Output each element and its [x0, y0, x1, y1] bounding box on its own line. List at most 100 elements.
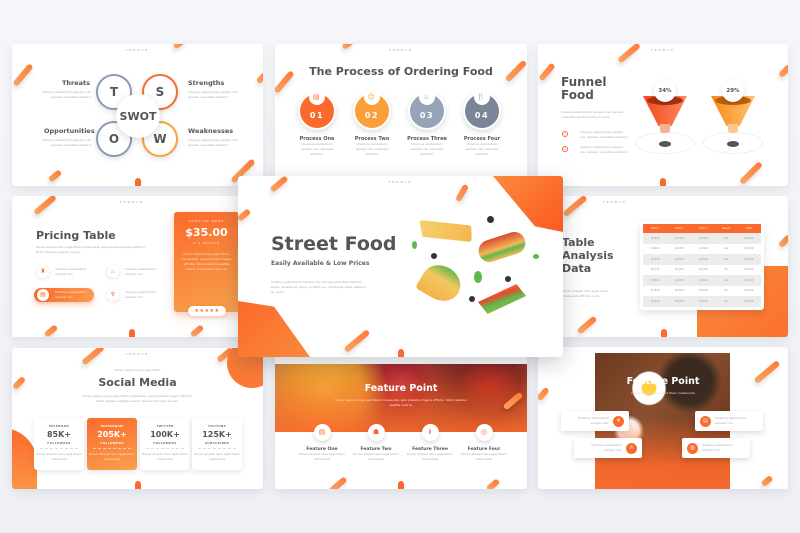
funnel-percent: 29% [722, 80, 744, 102]
pricing-feature[interactable]: ♆ Vivamus elementum semper nisi. [107, 288, 167, 302]
table-cell: $1,050 [674, 268, 684, 272]
pricing-card-desc: Donec aliquet risus eget libero malesuad… [181, 252, 232, 271]
burger-icon: ☗ [367, 424, 385, 441]
pricing-feature[interactable]: ♜ Vivamus elementum semper nisi. [37, 265, 97, 279]
swot-opportunities-heading: Opportunities [44, 127, 95, 135]
hotdog-illustration [475, 229, 529, 265]
table-cell: $1,650 [691, 233, 716, 244]
table-header[interactable]: Result [715, 224, 737, 233]
data-table[interactable]: Data 1 Data 2 Data 3 Result Total $3,850… [640, 221, 764, 310]
table-row[interactable]: $1,649 $4,050 $1,649 Yes $3,590 [643, 254, 761, 265]
process-step[interactable]: 🍴 04 Process Four Vivamus elementum sempe… [462, 91, 502, 157]
table-row[interactable]: $1,649 $4,050 $1,649 No $3,590 [643, 296, 761, 307]
pricing-feature[interactable]: ♨ Vivamus elementum semper nisi. [107, 265, 167, 279]
slide-social[interactable]: FEODLE Donec aliquet risus eget libero S… [12, 348, 263, 489]
feature-card-text: Vivamus elementum semper nisi. [702, 443, 733, 452]
cutlery-icon: ⅱ [421, 424, 439, 441]
social-card-twitter[interactable]: TWITTER 100K+ FOLLOWERS Donec aliquet ri… [140, 418, 190, 470]
feature-item[interactable]: ☗ Feature Two Donec aliquet risus eget lib… [351, 424, 401, 462]
page-marker [660, 329, 667, 337]
decor-pill [328, 476, 348, 489]
social-card-text: Donec aliquet risus eget libero malesuad… [36, 452, 82, 461]
receipt-icon: ▤ [37, 289, 49, 301]
slide-features-2[interactable]: Feature Point Donec aliquet risus eget l… [538, 347, 788, 489]
feature-text: Donec aliquet risus eget libero malesuad… [461, 452, 507, 461]
pricing-feature-text: Vivamus elementum semper nisi. [125, 290, 156, 299]
funnel-item: Vivamus elementum semper nisi. Aenean vu… [580, 130, 628, 139]
cutlery-icon: 🍴 [474, 91, 490, 105]
decor-pill [777, 233, 788, 249]
table-row[interactable]: $3,850 $2,049 $1,650 Yes $3,590 [643, 233, 761, 244]
feature-card[interactable]: ▥ Vivamus elementum semper nisi. [682, 438, 750, 458]
table-row[interactable]: $1,649 $4,050 $1,649 No $3,590 [643, 286, 761, 297]
table-cell: $4,050 [699, 268, 708, 272]
table-header[interactable]: Total [736, 224, 761, 233]
olive-icon [505, 276, 511, 282]
pricing-desc: Donec aliquet risus eget libero malesuad… [36, 245, 146, 254]
page-marker [134, 481, 141, 489]
menu-icon: ▤ [313, 424, 331, 441]
plate-icon: ◎ [475, 424, 493, 441]
basket-icon: ♆ [107, 289, 119, 301]
feature-item[interactable]: ⅱ Feature Three Donec aliquet risus eget l… [405, 424, 455, 462]
slide-funnel[interactable]: FEODLE Funnel Food Vivamus elementum semp… [538, 44, 788, 186]
table-cell: $1,649 [691, 254, 716, 265]
social-count: 205K+ [97, 430, 127, 439]
table-title: Table Analysis Data [562, 236, 614, 275]
table-cell: $3,649 [744, 247, 754, 251]
process-step[interactable]: ▤ 01 Process One Vivamus elementum semper… [297, 91, 337, 157]
feature-card[interactable]: ♔ Vivamus elementum semper nisi. [574, 438, 642, 458]
social-unit: SUBSCRIBER [204, 441, 230, 445]
process-step[interactable]: ☺ 02 Process Two Vivamus elementum semper… [352, 91, 392, 157]
slide-cover-street-food[interactable]: FEODLE Street Food Easily Available & Lo… [238, 176, 563, 357]
social-card-text: Donec aliquet risus eget libero malesuad… [89, 452, 135, 461]
feature-card-text: Vivamus elementum semper nisi. [715, 416, 746, 425]
decor-pill [255, 71, 263, 85]
table-row[interactable]: $2,731 $1,050 $4,050 No $2,590 [643, 265, 761, 276]
pricing-feature-active[interactable]: ▤ Vivamus elementum semper nisi. [34, 288, 94, 302]
table-cell: $1,649 [643, 254, 668, 265]
page-marker [660, 178, 666, 186]
social-desc: Donec aliquet risus eget libero malesuad… [82, 394, 193, 403]
social-card-text: Donec aliquet risus eget libero malesuad… [142, 452, 188, 461]
cooking-icon: ♨ [419, 91, 435, 105]
decor-shape [493, 176, 563, 232]
feature-item[interactable]: ▤ Feature One Donec aliquet risus eget lib… [297, 424, 347, 462]
feature-card[interactable]: ▤ Vivamus elementum semper nisi. [695, 411, 763, 431]
table-cell: $4,050 [667, 296, 692, 307]
table-row[interactable]: $1,649 $4,050 $1,649 Yes $4,050 [643, 275, 761, 286]
slide-swot[interactable]: FEODLE Threats Vivamus elementum semper … [12, 44, 263, 186]
table-cell: Yes [715, 254, 737, 265]
process-step-desc: Vivamus elementum semper nisi vulputate … [355, 142, 389, 156]
burger-icon: ♨ [107, 266, 119, 278]
feature-point-desc: Donec aliquet risus eget libero malesuad… [631, 391, 695, 395]
table-cell: $1,649 [650, 289, 660, 293]
slide-process[interactable]: FEODLE The Process of Ordering Food ▤ 01 … [275, 44, 527, 186]
pizza-slice-illustration [417, 218, 474, 243]
pricing-card-kicker: POPULAR MENU [188, 219, 225, 223]
slide-features[interactable]: Feature Point Donec aliquet risus eget l… [275, 350, 527, 489]
table-header[interactable]: Data 3 [691, 224, 716, 233]
leaf-icon [412, 241, 417, 249]
table-cell: $2,731 [650, 268, 660, 272]
pricing-card[interactable]: POPULAR MENU $35.00 3-4 PEOPLE Donec ali… [174, 212, 239, 316]
process-step[interactable]: ♨ 03 Process Three Vivamus elementum semp… [407, 91, 447, 157]
swot-opportunities-desc: Vivamus elementum semper nisi. Aenean vu… [41, 138, 92, 147]
social-card-facebook[interactable]: FACEBOOK 85K+ FOLLOWERS Donec aliquet ri… [34, 418, 84, 470]
table-header[interactable]: Data 1 [643, 224, 668, 233]
feature-card[interactable]: ♆ Vivamus elementum semper nisi. [561, 411, 629, 431]
social-platform: TWITTER [156, 424, 174, 428]
feature-item[interactable]: ◎ Feature Four Donec aliquet risus eget li… [459, 424, 509, 462]
social-card-instagram[interactable]: INSTAGRAM 205K+ FOLLOWERS Donec aliquet … [87, 418, 137, 470]
table-row[interactable]: $1,649 $4,050 $1,649 Yes $3,649 [643, 244, 761, 255]
divider [40, 448, 78, 449]
social-count: 100K+ [150, 430, 180, 439]
sandwich-illustration [478, 284, 526, 314]
social-card-youtube[interactable]: YOUTUBE 125K+ SUBSCRIBER Donec aliquet r… [192, 418, 242, 470]
table-header[interactable]: Data 2 [667, 224, 692, 233]
funnel-hole [659, 141, 671, 147]
olive-icon [469, 296, 475, 302]
process-step-number: 02 [364, 111, 380, 120]
chef-icon: ♔ [626, 442, 637, 454]
table-cell: No [715, 296, 737, 307]
